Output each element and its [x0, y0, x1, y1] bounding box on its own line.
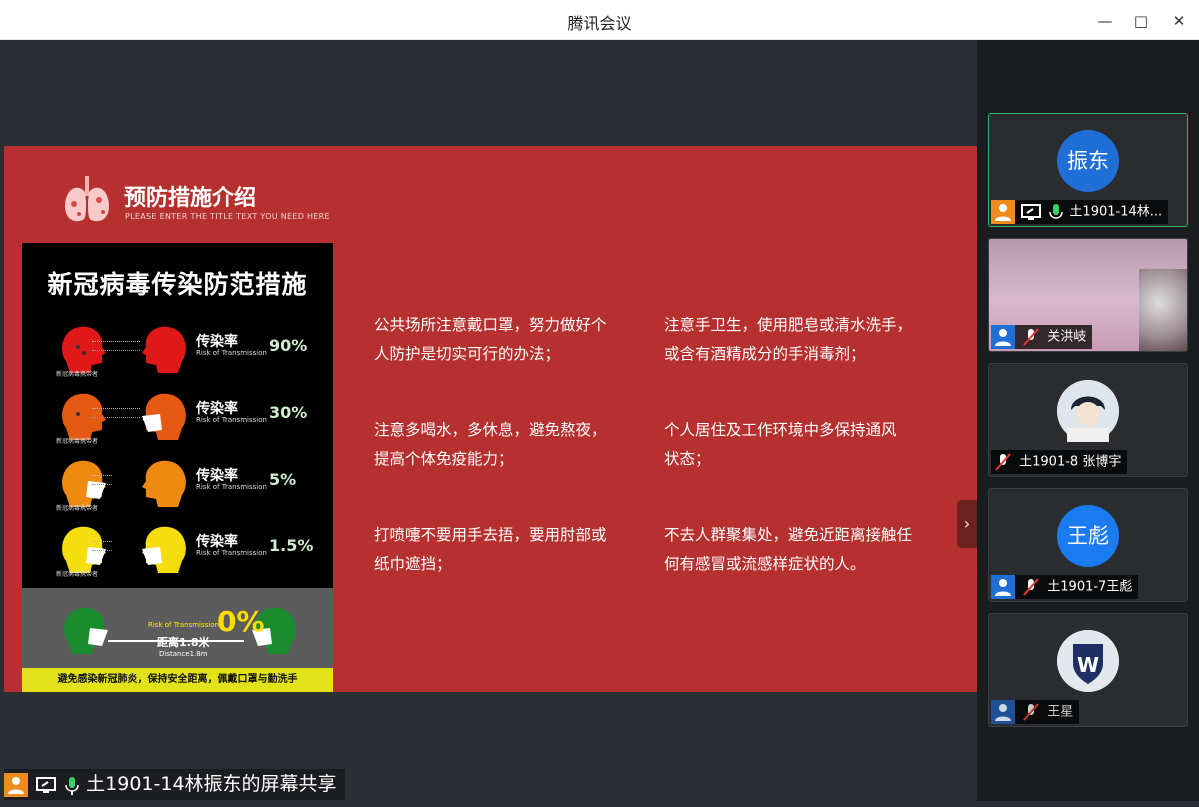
chevron-right-icon: › — [963, 514, 971, 533]
close-icon[interactable]: ✕ — [1166, 8, 1192, 34]
user-icon — [991, 325, 1015, 349]
slide-title: 预防措施介绍 — [124, 186, 257, 211]
avatar — [1057, 380, 1119, 442]
risk-label: 传染率 — [196, 468, 238, 484]
screen-share-icon — [1019, 200, 1043, 224]
distance-panel: Risk of Transmission 0% 距离1.8米 Distance1… — [22, 588, 333, 668]
poster-row: 传染率 Risk of Transmission 5% 新冠病毒携带者 — [22, 453, 333, 519]
participant-namebar: 关洪岐 — [991, 325, 1093, 349]
participant-namebar: 土1901-14林... — [991, 200, 1169, 224]
participant-namebar: 土1901-7王彪 — [991, 575, 1139, 599]
poster-title: 新冠病毒传染防范措施 — [47, 270, 308, 299]
participant-tile[interactable]: 关洪岐 — [988, 238, 1188, 352]
participant-name: 土1901-7王彪 — [1047, 579, 1133, 595]
healthy-head-icon — [142, 460, 186, 507]
participant-tile[interactable]: 振东 土1901-14林... — [988, 113, 1188, 227]
poster-row: 传染率 Risk of Transmission 30% 新冠病毒携带者 — [22, 386, 333, 452]
masked-head-icon — [142, 526, 186, 573]
participant-name: 关洪岐 — [1047, 329, 1087, 345]
participant-name: 土1901-8 张博宇 — [1019, 454, 1122, 470]
microphone-icon — [1047, 200, 1065, 224]
host-user-icon — [991, 200, 1015, 224]
carrier-caption: 新冠病毒携带者 — [56, 438, 99, 445]
user-icon — [991, 700, 1015, 724]
avatar: W — [1057, 630, 1119, 692]
participant-namebar: 土1901-8 张博宇 — [991, 450, 1128, 474]
participant-name: 土1901-14林... — [1069, 204, 1163, 220]
distance-label: 距离1.8米 — [157, 636, 210, 649]
carrier-caption: 新冠病毒携带者 — [56, 571, 99, 578]
poster-image: 新冠病毒传染防范措施 传染率 Risk of Transmission 90% … — [22, 243, 333, 692]
poster-row: 传染率 Risk of Transmission 90% 新冠病毒携带者 — [22, 319, 333, 385]
participant-panel: 振东 土1901-14林... 关洪岐 土1901-8 张博宇 王彪 土1901… — [977, 40, 1199, 801]
droplet-spray — [92, 408, 140, 418]
presentation-slide: 预防措施介绍 PLEASE ENTER THE TITLE TEXT YOU N… — [4, 146, 977, 692]
risk-label-en: Risk of Transmission — [196, 349, 267, 357]
tip-text: 打喷嚏不要用手去捂，要用肘部或纸巾遮挡； — [374, 526, 607, 573]
screen-share-icon — [34, 773, 58, 797]
shared-screen-stage: 预防措施介绍 PLEASE ENTER THE TITLE TEXT YOU N… — [4, 40, 977, 801]
risk-label-en: Risk of Transmission — [196, 483, 267, 491]
participant-tile[interactable]: 王彪 土1901-7王彪 — [988, 488, 1188, 602]
risk-label: 传染率 — [196, 401, 238, 417]
maximize-icon[interactable]: □ — [1128, 8, 1154, 34]
distance-label-en: Distance1.8m — [159, 650, 208, 658]
title-bar: 腾讯会议 — □ ✕ — [0, 0, 1199, 40]
avatar: 振东 — [1057, 130, 1119, 192]
risk-label-en: Risk of Transmission — [196, 416, 267, 424]
zero-risk-label: Risk of Transmission — [148, 621, 219, 629]
risk-value: 1.5% — [269, 536, 314, 555]
risk-value: 30% — [269, 403, 308, 422]
droplet-spray — [92, 341, 140, 351]
next-page-button[interactable]: › — [957, 500, 977, 548]
window-title: 腾讯会议 — [567, 14, 632, 33]
masked-head-icon — [64, 607, 108, 654]
lungs-icon — [65, 176, 109, 222]
microphone-muted-icon — [1019, 700, 1043, 724]
microphone-muted-icon — [1019, 325, 1043, 349]
user-icon — [991, 575, 1015, 599]
risk-label: 传染率 — [196, 334, 238, 350]
share-text: 土1901-14林振东的屏幕共享 — [86, 773, 337, 795]
microphone-icon — [64, 773, 80, 797]
participant-namebar: 王星 — [991, 700, 1080, 724]
poster-row: 传染率 Risk of Transmission 1.5% 新冠病毒携带者 — [22, 519, 333, 585]
risk-value: 90% — [269, 336, 308, 355]
slide-subtitle: PLEASE ENTER THE TITLE TEXT YOU NEED HER… — [125, 212, 330, 221]
tip-text: 注意手卫生，使用肥皂或清水洗手，或含有酒精成分的手消毒剂； — [664, 316, 913, 363]
tip-text: 个人居住及工作环境中多保持通风状态； — [664, 421, 897, 468]
carrier-caption: 新冠病毒携带者 — [56, 505, 99, 512]
droplet-spray — [92, 541, 112, 551]
video-feed — [1139, 269, 1187, 351]
microphone-muted-icon — [1019, 575, 1043, 599]
poster-footer: 避免感染新冠肺炎，保持安全距离，佩戴口罩与勤洗手 — [22, 668, 333, 692]
minimize-icon[interactable]: — — [1092, 8, 1118, 34]
risk-value: 5% — [269, 470, 297, 489]
host-user-icon — [4, 772, 28, 797]
risk-label-en: Risk of Transmission — [196, 549, 267, 557]
masked-head-icon — [142, 393, 186, 440]
microphone-muted-icon — [991, 450, 1015, 474]
healthy-head-icon — [142, 326, 186, 373]
tip-text: 公共场所注意戴口罩，努力做好个人防护是切实可行的办法； — [374, 316, 607, 363]
participant-tile[interactable]: W 王星 — [988, 613, 1188, 727]
participant-tile[interactable]: 土1901-8 张博宇 — [988, 363, 1188, 477]
tip-text: 注意多喝水，多休息，避免熬夜，提高个体免疫能力； — [374, 421, 607, 468]
participant-name: 王星 — [1047, 704, 1074, 720]
droplet-spray — [92, 475, 112, 485]
risk-label: 传染率 — [196, 534, 238, 550]
avatar: 王彪 — [1057, 505, 1119, 567]
carrier-caption: 新冠病毒携带者 — [56, 371, 99, 378]
zero-risk-value: 0% — [217, 605, 265, 638]
screen-share-label: 土1901-14林振东的屏幕共享 — [4, 769, 345, 800]
svg-text:W: W — [1077, 653, 1099, 677]
tip-text: 不去人群聚集处，避免近距离接触任何有感冒或流感样症状的人。 — [664, 526, 913, 573]
